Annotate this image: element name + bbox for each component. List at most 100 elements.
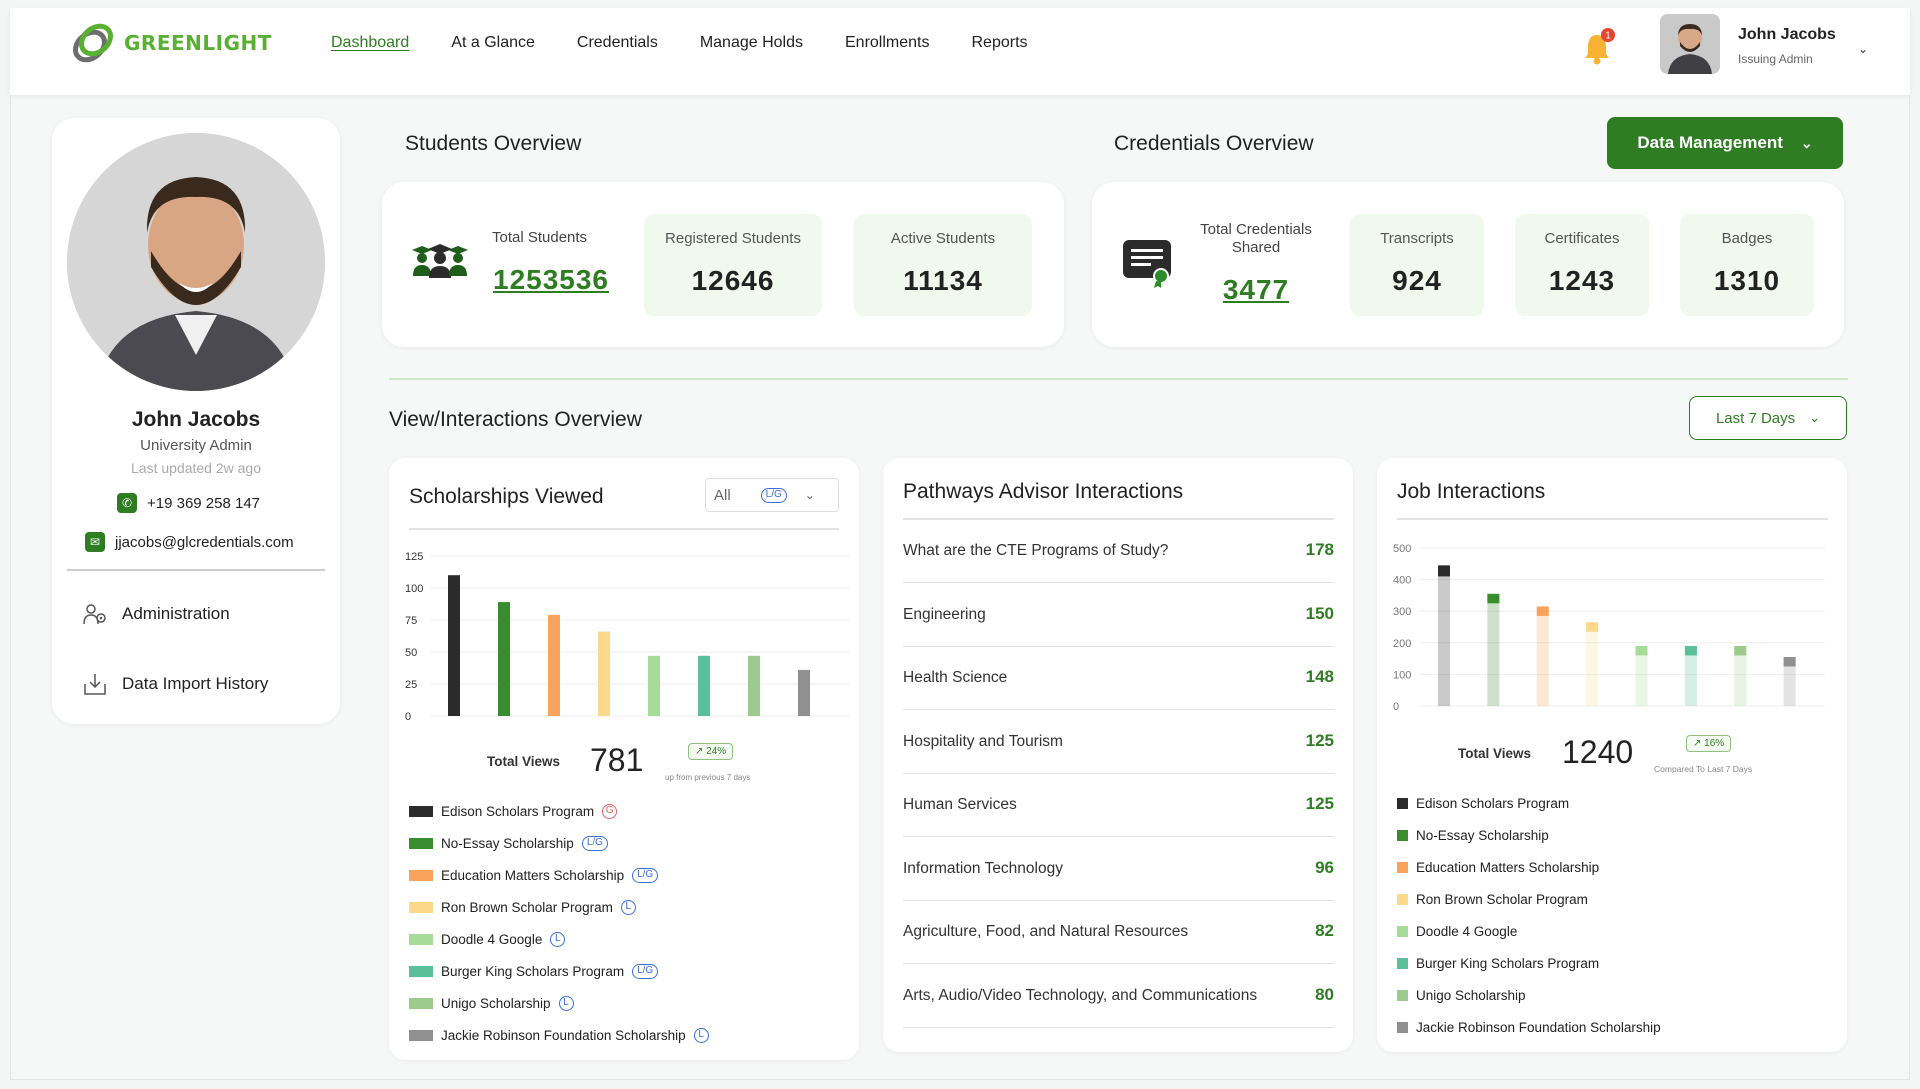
- bar[interactable]: [598, 631, 610, 716]
- nav-dashboard[interactable]: Dashboard: [331, 34, 409, 52]
- pathway-row[interactable]: Engineering 150: [903, 584, 1334, 647]
- badges-value: 1310: [1713, 265, 1781, 296]
- nav-reports[interactable]: Reports: [971, 34, 1027, 52]
- main-nav: Dashboard At a Glance Credentials Manage…: [331, 34, 1070, 52]
- legend-label: Doodle 4 Google: [1416, 924, 1518, 939]
- legend-swatch: [1397, 926, 1408, 937]
- legend-label: Ron Brown Scholar Program: [441, 900, 613, 915]
- data-management-button[interactable]: Data Management ⌄: [1607, 117, 1843, 169]
- pathway-name: Human Services: [903, 796, 1017, 813]
- notifications-button[interactable]: 1: [1582, 27, 1616, 67]
- y-tick-label: 50: [405, 647, 417, 659]
- pathway-row[interactable]: Arts, Audio/Video Technology, and Commun…: [903, 965, 1334, 1028]
- legend-label: Unigo Scholarship: [1416, 988, 1526, 1003]
- bar[interactable]: [548, 614, 560, 716]
- bar[interactable]: [748, 655, 760, 716]
- bar[interactable]: [1438, 565, 1450, 706]
- transcripts-value: 924: [1392, 265, 1442, 296]
- section-divider: [389, 378, 1848, 380]
- y-tick-label: 125: [405, 551, 423, 563]
- chevron-down-icon: ⌄: [804, 488, 815, 502]
- scholarship-total-value: 781: [590, 742, 644, 778]
- brand-logo[interactable]: GREENLIGHT: [70, 22, 272, 64]
- pathways-advisor-title: Pathways Advisor Interactions: [903, 480, 1184, 503]
- legend-swatch: [409, 966, 433, 977]
- legend-item: Education Matters Scholarship L/G: [409, 868, 659, 883]
- legend-item: Doodle 4 Google: [1397, 924, 1517, 939]
- user-menu-chevron-down-icon[interactable]: ⌄: [1858, 42, 1868, 56]
- scholarship-filter-select[interactable]: All L/G ⌄: [705, 478, 839, 512]
- credentials-shared-label-line2: Shared: [1231, 239, 1281, 256]
- profile-name: John Jacobs: [131, 408, 261, 431]
- email-address: jjacobs@glcredentials.com: [115, 533, 294, 551]
- badges-label: Badges: [1721, 230, 1773, 247]
- pathway-row[interactable]: Agriculture, Food, and Natural Resources…: [903, 901, 1334, 964]
- legend-label: Burger King Scholars Program: [1416, 956, 1600, 971]
- scholarship-trend-note: up from previous 7 days: [665, 773, 751, 782]
- legend-item: Ron Brown Scholar Program L: [409, 900, 636, 915]
- bar[interactable]: [648, 655, 660, 716]
- jobs-panel-divider: [1397, 518, 1828, 520]
- legend-label: Edison Scholars Program: [1416, 796, 1570, 811]
- registered-students-value: 12646: [691, 265, 775, 296]
- pathway-row[interactable]: Hospitality and Tourism 125: [903, 711, 1334, 774]
- nav-manage-holds[interactable]: Manage Holds: [700, 34, 803, 52]
- scholarships-panel-divider: [409, 528, 839, 530]
- legend-label: Burger King Scholars Program: [441, 964, 625, 979]
- legend-item: Unigo Scholarship L: [409, 996, 574, 1011]
- legend-label: Jackie Robinson Foundation Scholarship: [1416, 1020, 1661, 1035]
- chevron-down-icon: ⌄: [1800, 134, 1813, 151]
- user-avatar[interactable]: [1660, 14, 1720, 74]
- pathway-row[interactable]: Health Science 148: [903, 647, 1334, 710]
- bar[interactable]: [1586, 622, 1599, 706]
- y-tick-label: 0: [1393, 701, 1399, 713]
- bar[interactable]: [448, 575, 460, 716]
- job-trend-badge: ↗ 16%: [1686, 735, 1732, 752]
- bar[interactable]: [1487, 593, 1500, 706]
- date-range-dropdown[interactable]: Last 7 Days ⌄: [1689, 396, 1847, 440]
- menu-data-import-history[interactable]: Data Import History: [82, 672, 268, 696]
- certificates-label: Certificates: [1544, 230, 1620, 247]
- credentials-overview-title: Credentials Overview: [1114, 132, 1314, 155]
- credentials-shared-link[interactable]: 3477: [1192, 274, 1320, 306]
- bar[interactable]: [798, 669, 810, 716]
- pathway-name: Health Science: [903, 669, 1008, 686]
- trend-up-icon: ↗: [695, 746, 707, 757]
- nav-at-a-glance[interactable]: At a Glance: [451, 34, 535, 52]
- pathway-row[interactable]: What are the CTE Programs of Study? 178: [903, 520, 1334, 583]
- scholarship-type-badge: L/G: [632, 868, 659, 883]
- menu-administration[interactable]: Administration: [82, 602, 230, 626]
- bar[interactable]: [498, 602, 510, 716]
- total-students-value[interactable]: 1253536: [493, 264, 609, 296]
- bell-icon: 1: [1585, 28, 1615, 65]
- bar-highlight: [1684, 645, 1697, 656]
- profile-email[interactable]: ✉ jjacobs@glcredentials.com: [85, 532, 294, 552]
- profile-phone[interactable]: ✆ +19 369 258 147: [117, 493, 260, 513]
- nav-credentials[interactable]: Credentials: [577, 34, 658, 52]
- credentials-shared-value[interactable]: 3477: [1223, 274, 1289, 305]
- credentials-shared-label-line1: Total Credentials: [1200, 221, 1312, 238]
- profile-role: University Admin: [140, 437, 252, 454]
- legend-swatch: [1397, 894, 1408, 905]
- bar-highlight: [1635, 645, 1648, 656]
- user-avatar-icon: [1660, 14, 1720, 74]
- job-total-value: 1240: [1562, 734, 1634, 770]
- profile-card: John Jacobs University Admin Last update…: [52, 118, 340, 724]
- active-students-value: 11134: [903, 265, 983, 296]
- pathway-name: Arts, Audio/Video Technology, and Commun…: [903, 986, 1258, 1004]
- chevron-down-icon: ⌄: [1809, 410, 1821, 425]
- legend-label: Ron Brown Scholar Program: [1416, 892, 1588, 907]
- legend-item: Jackie Robinson Foundation Scholarship: [1397, 1020, 1661, 1035]
- legend-swatch: [1397, 958, 1408, 969]
- legend-label: No-Essay Scholarship: [1416, 828, 1549, 843]
- user-role: Issuing Admin: [1738, 52, 1813, 66]
- scholarships-viewed-title: Scholarships Viewed: [409, 485, 604, 508]
- scholarship-trend-badge: ↗ 24%: [688, 743, 734, 760]
- y-tick-label: 200: [1393, 638, 1411, 650]
- pathway-row[interactable]: Information Technology 96: [903, 838, 1334, 901]
- legend-swatch: [409, 998, 433, 1009]
- bar[interactable]: [1536, 606, 1549, 706]
- pathway-row[interactable]: Human Services 125: [903, 774, 1334, 837]
- bar[interactable]: [698, 655, 710, 716]
- nav-enrollments[interactable]: Enrollments: [845, 34, 929, 52]
